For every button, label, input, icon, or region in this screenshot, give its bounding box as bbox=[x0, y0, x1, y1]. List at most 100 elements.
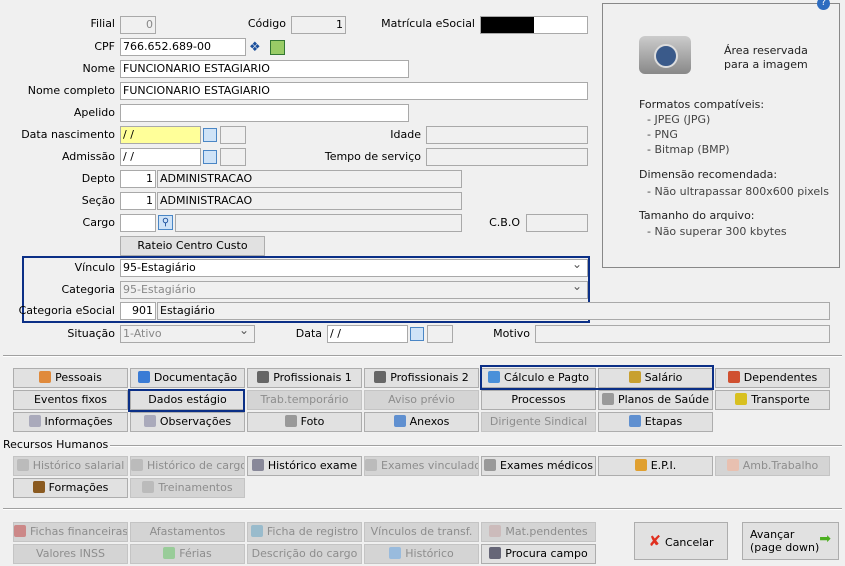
button-label: Férias bbox=[179, 547, 212, 560]
calendar-icon[interactable] bbox=[203, 150, 217, 164]
history-icon bbox=[365, 459, 377, 471]
e-p-i-button[interactable]: E.P.I. bbox=[598, 456, 713, 476]
formacoes-button[interactable]: Formações bbox=[13, 478, 128, 498]
person-icon bbox=[39, 371, 52, 383]
cat-esocial-code-field[interactable]: 901 bbox=[120, 302, 156, 320]
transporte-button[interactable]: Transporte bbox=[715, 390, 830, 410]
ficha-de-registro-button[interactable]: Ficha de registro bbox=[247, 522, 362, 542]
document-card-icon bbox=[250, 525, 263, 537]
mat-pendentes-button[interactable]: Mat.pendentes bbox=[481, 522, 596, 542]
cancel-label: Cancelar bbox=[665, 536, 714, 549]
nascimento-label: Data nascimento bbox=[21, 128, 115, 141]
cbo-label: C.B.O bbox=[489, 216, 520, 229]
button-label: Valores INSS bbox=[36, 547, 105, 560]
vinculo-label: Vínculo bbox=[74, 261, 115, 274]
informacoes-button[interactable]: Informações bbox=[13, 412, 128, 432]
cpf-field[interactable]: 766.652.689-00 bbox=[120, 38, 246, 56]
button-label: Processos bbox=[511, 393, 566, 406]
amb-trabalho-button[interactable]: Amb.Trabalho bbox=[715, 456, 830, 476]
profissionais-1-button[interactable]: Profissionais 1 bbox=[247, 368, 362, 388]
trab-temporario-button[interactable]: Trab.temporário bbox=[247, 390, 362, 410]
valores-inss-button[interactable]: Valores INSS bbox=[13, 544, 128, 564]
calendar-icon[interactable] bbox=[203, 128, 217, 142]
historico-exame-button[interactable]: Histórico exame bbox=[247, 456, 362, 476]
historico-button[interactable]: Histórico bbox=[364, 544, 479, 564]
observacoes-button[interactable]: Observações bbox=[130, 412, 245, 432]
next-button[interactable]: Avançar (page down) ➡ bbox=[742, 522, 839, 560]
exames-vinculados-button[interactable]: Exames vinculados bbox=[364, 456, 479, 476]
treinamentos-button[interactable]: Treinamentos bbox=[130, 478, 245, 498]
button-label: Formações bbox=[48, 481, 109, 494]
formats-title: Formatos compatíveis: bbox=[639, 98, 765, 111]
rateio-centro-custo-button[interactable]: Rateio Centro Custo bbox=[120, 236, 265, 256]
aviso-previo-button[interactable]: Aviso prévio bbox=[364, 390, 479, 410]
admissao-extra-field bbox=[220, 148, 246, 166]
page-icon bbox=[28, 415, 41, 427]
etapas-button[interactable]: Etapas bbox=[598, 412, 713, 432]
profissionais-2-button[interactable]: Profissionais 2 bbox=[364, 368, 479, 388]
depto-code-field[interactable]: 1 bbox=[120, 170, 156, 188]
eventos-fixos-button[interactable]: Eventos fixos bbox=[13, 390, 128, 410]
camera-icon bbox=[639, 36, 691, 74]
cargo-name-field bbox=[175, 214, 462, 232]
motivo-field bbox=[535, 325, 830, 343]
cbo-field bbox=[526, 214, 588, 232]
nascimento-field[interactable]: / / bbox=[120, 126, 201, 144]
close-icon: ✘ bbox=[648, 532, 662, 550]
depto-name-field: ADMINISTRACAO bbox=[157, 170, 462, 188]
calendar-icon[interactable] bbox=[410, 327, 424, 341]
matricula-field[interactable] bbox=[480, 16, 588, 34]
camera-icon bbox=[284, 415, 297, 427]
button-label: E.P.I. bbox=[650, 459, 677, 472]
hands-icon bbox=[726, 459, 739, 471]
documentacao-button[interactable]: Documentação bbox=[130, 368, 245, 388]
historico-salarial-button[interactable]: Histórico salarial bbox=[13, 456, 128, 476]
search-icon[interactable]: ⚲ bbox=[158, 215, 173, 230]
nascimento-extra-field bbox=[220, 126, 246, 144]
pessoais-button[interactable]: Pessoais bbox=[13, 368, 128, 388]
vinculo-select[interactable]: 95-Estagiário bbox=[120, 259, 588, 277]
cat-esocial-name-field: Estagiário bbox=[157, 302, 830, 320]
history-icon bbox=[142, 481, 155, 493]
clock-icon bbox=[389, 547, 402, 559]
cancel-button[interactable]: ✘ Cancelar bbox=[634, 522, 728, 560]
dependentes-button[interactable]: Dependentes bbox=[715, 368, 830, 388]
planos-de-saude-button[interactable]: Planos de Saúde bbox=[598, 390, 713, 410]
divider bbox=[3, 355, 842, 357]
image-panel[interactable]: Área reservada para a imagem Formatos co… bbox=[602, 3, 840, 268]
dirigente-sindical-button[interactable]: Dirigente Sindical bbox=[481, 412, 596, 432]
descricao-do-cargo-button[interactable]: Descrição do cargo bbox=[247, 544, 362, 564]
admissao-field[interactable]: / / bbox=[120, 148, 201, 166]
anexos-button[interactable]: Anexos bbox=[364, 412, 479, 432]
green-doc-icon[interactable] bbox=[270, 40, 285, 55]
situacao-label: Situação bbox=[67, 327, 115, 340]
size-title: Tamanho do arquivo: bbox=[639, 209, 755, 222]
secao-code-field[interactable]: 1 bbox=[120, 192, 156, 210]
ferias-button[interactable]: Férias bbox=[130, 544, 245, 564]
format-item: - JPEG (JPG) bbox=[647, 113, 711, 126]
button-label: Histórico salarial bbox=[32, 459, 125, 472]
fichas-financeiras-button[interactable]: Fichas financeiras bbox=[13, 522, 128, 542]
nome-label: Nome bbox=[82, 62, 115, 75]
afastamentos-button[interactable]: Afastamentos bbox=[130, 522, 245, 542]
validate-icon[interactable]: ❖ bbox=[249, 40, 261, 55]
idade-field bbox=[426, 126, 588, 144]
nome-completo-field[interactable]: FUNCIONARIO ESTAGIARIO bbox=[120, 82, 588, 100]
exames-medicos-button[interactable]: Exames médicos bbox=[481, 456, 596, 476]
processos-button[interactable]: Processos bbox=[481, 390, 596, 410]
secao-label: Seção bbox=[81, 194, 115, 207]
data-field[interactable]: / / bbox=[327, 325, 408, 343]
reserved-text: Área reservada bbox=[724, 44, 808, 57]
button-label: Eventos fixos bbox=[33, 393, 108, 406]
historico-de-cargo-button[interactable]: Histórico de cargo bbox=[130, 456, 245, 476]
button-label: Ficha de registro bbox=[266, 525, 359, 538]
vinculos-de-transf-button[interactable]: Vínculos de transf. bbox=[364, 522, 479, 542]
nome-field[interactable]: FUNCIONARIO ESTAGIARIO bbox=[120, 60, 409, 78]
procura-campo-button[interactable]: Procura campo bbox=[481, 544, 596, 564]
reserved-text-2: para a imagem bbox=[724, 58, 808, 71]
apelido-field[interactable] bbox=[120, 104, 409, 122]
button-label: Mat.pendentes bbox=[505, 525, 588, 538]
cargo-code-field[interactable] bbox=[120, 214, 156, 232]
foto-button[interactable]: Foto bbox=[247, 412, 362, 432]
tempo-field bbox=[426, 148, 588, 166]
